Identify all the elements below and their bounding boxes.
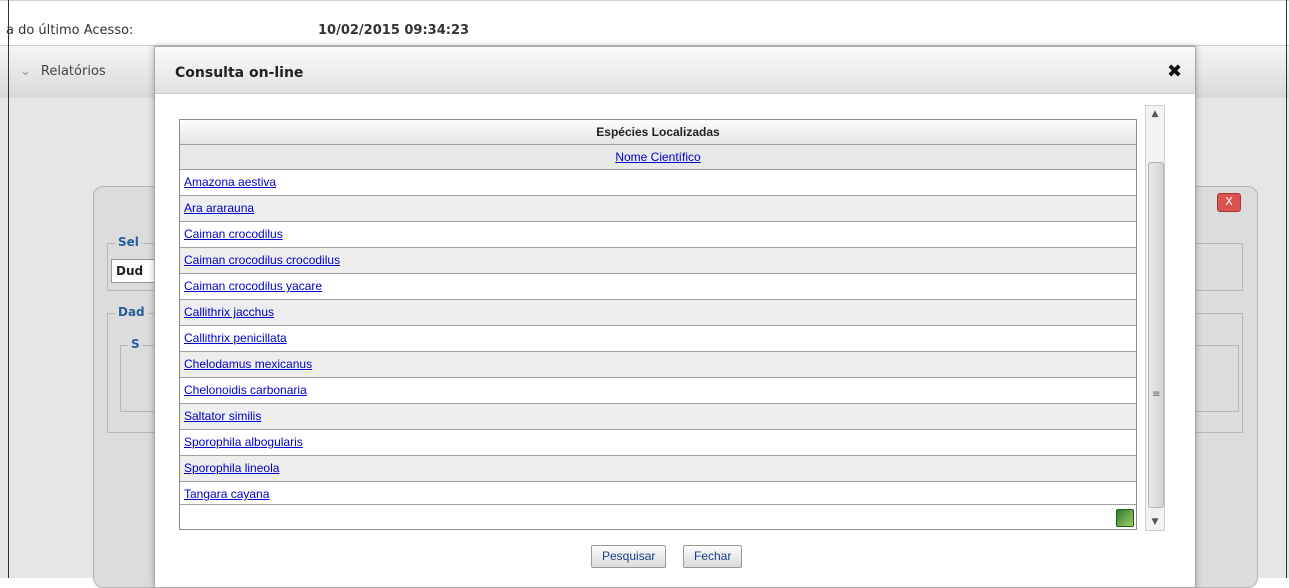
species-link[interactable]: Caiman crocodilus bbox=[184, 227, 283, 241]
table-row: Caiman crocodilus bbox=[180, 222, 1136, 248]
background-fieldset-data-label: Dad bbox=[115, 305, 148, 319]
table-row: Sporophila lineola bbox=[180, 456, 1136, 482]
search-button[interactable]: Pesquisar bbox=[591, 545, 667, 568]
background-dialog-close-button[interactable]: X bbox=[1217, 193, 1241, 212]
table-row: Callithrix jacchus bbox=[180, 300, 1136, 326]
table-row: Chelodamus mexicanus bbox=[180, 352, 1136, 378]
species-link[interactable]: Ara ararauna bbox=[184, 201, 254, 215]
topbar: a do último Acesso: 10/02/2015 09:34:23 bbox=[0, 0, 1289, 46]
table-row: Callithrix penicillata bbox=[180, 326, 1136, 352]
menu-item-reports-label: Relatórios bbox=[40, 64, 106, 79]
species-link[interactable]: Caiman crocodilus crocodilus bbox=[184, 253, 340, 267]
column-header: Nome Científico bbox=[180, 145, 1136, 170]
species-link[interactable]: Tangara cayana bbox=[184, 487, 269, 501]
sort-by-scientific-name-link[interactable]: Nome Científico bbox=[615, 150, 700, 164]
grid-footer bbox=[180, 504, 1136, 529]
close-button[interactable]: Fechar bbox=[683, 545, 743, 568]
species-link[interactable]: Callithrix jacchus bbox=[184, 305, 274, 319]
last-access-value: 10/02/2015 09:34:23 bbox=[318, 23, 470, 38]
table-row: Amazona aestiva bbox=[180, 170, 1136, 196]
grip-icon: ≡ bbox=[1152, 389, 1161, 400]
scroll-down-icon[interactable]: ▼ bbox=[1146, 514, 1164, 530]
species-link[interactable]: Caiman crocodilus yacare bbox=[184, 279, 322, 293]
species-link[interactable]: Sporophila lineola bbox=[184, 461, 279, 475]
chevron-down-icon: ⌄ bbox=[20, 64, 31, 79]
consulta-online-dialog: Consulta on-line ✖ Espécies Localizadas … bbox=[154, 46, 1196, 588]
background-fieldset-selection-label: Sel bbox=[115, 235, 142, 249]
table-row: Caiman crocodilus crocodilus bbox=[180, 248, 1136, 274]
table-row: Caiman crocodilus yacare bbox=[180, 274, 1136, 300]
background-fieldset-inner-label: S bbox=[128, 337, 143, 351]
table-row: Sporophila albogularis bbox=[180, 430, 1136, 456]
table-row: Chelonoidis carbonaria bbox=[180, 378, 1136, 404]
right-border bbox=[1286, 0, 1287, 578]
scrollbar[interactable]: ▲ ≡ ▼ bbox=[1145, 105, 1165, 531]
close-icon[interactable]: ✖ bbox=[1167, 61, 1182, 82]
species-link[interactable]: Chelodamus mexicanus bbox=[184, 357, 312, 371]
excel-icon[interactable] bbox=[1116, 509, 1134, 527]
dialog-title: Consulta on-line bbox=[175, 65, 304, 81]
species-link[interactable]: Callithrix penicillata bbox=[184, 331, 287, 345]
grid-caption: Espécies Localizadas bbox=[180, 120, 1136, 145]
table-row: Ara ararauna bbox=[180, 196, 1136, 222]
species-grid: Espécies Localizadas Nome Científico Ama… bbox=[179, 119, 1137, 530]
menu-item-reports[interactable]: ⌄ Relatórios bbox=[20, 64, 106, 79]
scroll-thumb[interactable]: ≡ bbox=[1148, 162, 1164, 508]
table-row: Saltator similis bbox=[180, 404, 1136, 430]
dialog-header: Consulta on-line ✖ bbox=[155, 47, 1195, 94]
species-link[interactable]: Chelonoidis carbonaria bbox=[184, 383, 307, 397]
species-link[interactable]: Sporophila albogularis bbox=[184, 435, 303, 449]
last-access-label: a do último Acesso: bbox=[6, 23, 134, 38]
species-link[interactable]: Amazona aestiva bbox=[184, 175, 276, 189]
scroll-up-icon[interactable]: ▲ bbox=[1146, 106, 1164, 122]
left-border bbox=[8, 0, 9, 578]
species-link[interactable]: Saltator similis bbox=[184, 409, 261, 423]
